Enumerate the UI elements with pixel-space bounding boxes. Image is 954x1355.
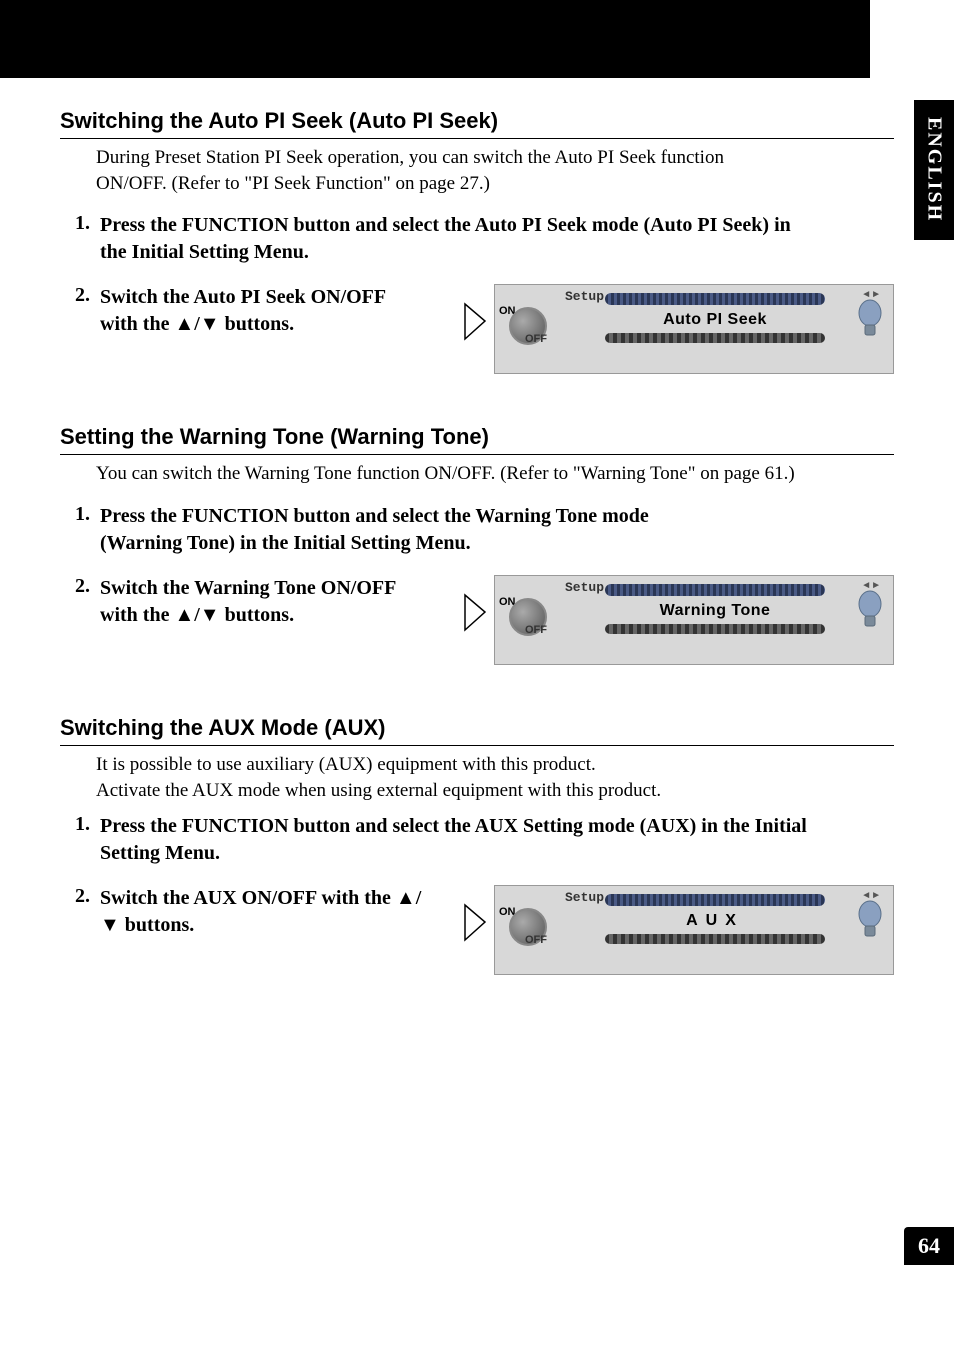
section-desc-aux-1: It is possible to use auxiliary (AUX) eq… <box>96 754 596 775</box>
step-text: Switch the AUX ON/OFF with the ▲/▼ butto… <box>100 885 440 939</box>
section-heading-aux: Switching the AUX Mode (AUX) <box>60 715 894 746</box>
pointer-icon <box>460 590 490 635</box>
step-number: 2. <box>60 575 90 629</box>
page-number-value: 64 <box>918 1233 940 1259</box>
step-number: 2. <box>60 284 90 338</box>
section-heading-warning-tone: Setting the Warning Tone (Warning Tone) <box>60 424 894 455</box>
device-screen-auto-pi: Setup ON OFF Auto PI Seek ◄► <box>494 284 894 374</box>
pointer-icon <box>460 299 490 344</box>
section-desc-auto-pi: During Preset Station PI Seek operation,… <box>96 145 796 196</box>
device-screen-warning-tone: Setup ON OFF Warning Tone ◄► <box>494 575 894 665</box>
screen-off-label: OFF <box>525 624 547 636</box>
screen-center-box: Warning Tone <box>605 584 825 634</box>
screen-setup-label: Setup <box>565 890 604 905</box>
step-row: 1. Press the FUNCTION button and select … <box>60 503 894 557</box>
screen-deco-bottom <box>605 333 825 343</box>
step-text: Press the FUNCTION button and select the… <box>100 813 820 867</box>
screen-deco-bottom <box>605 624 825 634</box>
bulb-icon <box>855 299 885 341</box>
language-side-tab: ENGLISH <box>914 100 954 240</box>
bulb-icon <box>855 590 885 632</box>
step-text: Press the FUNCTION button and select the… <box>100 212 820 266</box>
step-row: 2. Switch the Auto PI Seek ON/OFF with t… <box>60 284 894 374</box>
screen-off-label: OFF <box>525 934 547 946</box>
step-row: 1. Press the FUNCTION button and select … <box>60 212 894 266</box>
top-header-bar <box>0 0 870 78</box>
screen-mode-text: Auto PI Seek <box>605 309 825 331</box>
section-heading-auto-pi: Switching the Auto PI Seek (Auto PI Seek… <box>60 108 894 139</box>
device-screen-aux: Setup ON OFF AUX ◄► <box>494 885 894 975</box>
page-number: 64 <box>904 1227 954 1265</box>
section-desc-aux: It is possible to use auxiliary (AUX) eq… <box>96 752 796 803</box>
step-text: Press the FUNCTION button and select the… <box>100 503 720 557</box>
step-number: 1. <box>60 503 90 526</box>
language-label: ENGLISH <box>923 117 946 222</box>
pointer-icon <box>460 900 490 945</box>
step-text: Switch the Warning Tone ON/OFF with the … <box>100 575 400 629</box>
section-desc-aux-2: Activate the AUX mode when using externa… <box>96 780 661 801</box>
step-row: 2. Switch the AUX ON/OFF with the ▲/▼ bu… <box>60 885 894 975</box>
screen-center-box: AUX <box>605 894 825 944</box>
page-content: Switching the Auto PI Seek (Auto PI Seek… <box>0 78 954 975</box>
screen-setup-label: Setup <box>565 289 604 304</box>
screen-deco-top <box>605 584 825 596</box>
screen-center-box: Auto PI Seek <box>605 293 825 343</box>
step-row: 2. Switch the Warning Tone ON/OFF with t… <box>60 575 894 665</box>
screen-deco-bottom <box>605 934 825 944</box>
step-text: Switch the Auto PI Seek ON/OFF with the … <box>100 284 400 338</box>
screen-mode-text: Warning Tone <box>605 600 825 622</box>
section-desc-warning-tone: You can switch the Warning Tone function… <box>96 461 796 487</box>
bulb-icon <box>855 900 885 942</box>
step-number: 2. <box>60 885 90 939</box>
screen-setup-label: Setup <box>565 580 604 595</box>
step-number: 1. <box>60 813 90 836</box>
screen-deco-top <box>605 894 825 906</box>
step-number: 1. <box>60 212 90 235</box>
screen-mode-text: AUX <box>605 910 825 932</box>
step-row: 1. Press the FUNCTION button and select … <box>60 813 894 867</box>
screen-off-label: OFF <box>525 333 547 345</box>
screen-deco-top <box>605 293 825 305</box>
